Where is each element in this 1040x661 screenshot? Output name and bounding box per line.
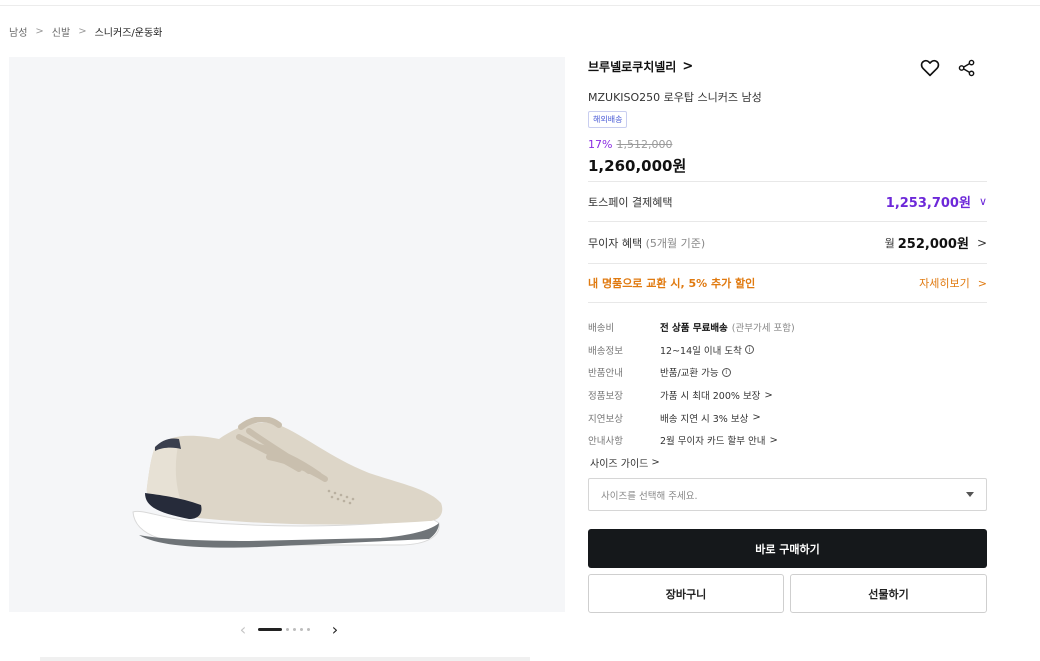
spec-key: 배송정보	[588, 345, 623, 357]
spec-row-notice[interactable]: 안내사항 2월 무이자 카드 할부 안내 >	[588, 429, 988, 452]
spec-value: 전 상품 무료배송 (관부가세 포함)	[660, 320, 795, 334]
spec-row-delivery: 배송정보 12~14일 이내 도착 i	[588, 339, 988, 362]
product-actions	[904, 57, 978, 79]
add-to-cart-button[interactable]: 장바구니	[588, 574, 784, 613]
next-image-icon[interactable]: ›	[328, 620, 342, 639]
size-select[interactable]: 사이즈를 선택해 주세요.	[588, 478, 987, 511]
original-price: 1,512,000	[616, 138, 673, 151]
monthly-value: 252,000원	[897, 237, 969, 252]
spec-key: 정품보장	[588, 391, 623, 403]
pager-dot[interactable]	[286, 628, 289, 631]
spec-value: 2월 무이자 카드 할부 안내 >	[660, 433, 778, 448]
spec-text: 가품 시 최대 200% 보장	[660, 391, 761, 403]
chevron-right-icon: >	[764, 389, 773, 401]
breadcrumb-separator: >	[35, 26, 44, 37]
spec-value: 배송 지연 시 3% 보상 >	[660, 411, 761, 425]
pager-dot[interactable]	[293, 628, 296, 631]
overseas-shipping-badge: 해외배송	[588, 111, 628, 128]
discount-rate: 17%	[588, 138, 613, 151]
breadcrumb: 남성 > 신발 > 스니커즈/운동화	[9, 24, 162, 39]
chevron-right-icon: >	[752, 412, 761, 424]
spec-text: 12~14일 이내 도착	[660, 345, 742, 357]
toss-pay-label: 토스페이 결제혜택	[588, 195, 673, 209]
spec-row-delay-compensation[interactable]: 지연보상 배송 지연 시 3% 보상 >	[588, 406, 988, 429]
product-image-gallery[interactable]	[9, 57, 565, 612]
spec-text: 배송 지연 시 3% 보상	[660, 413, 749, 425]
final-price: 1,260,000원	[588, 157, 687, 175]
spec-text: 2월 무이자 카드 할부 안내	[660, 436, 766, 448]
heart-icon[interactable]	[919, 57, 941, 79]
interest-free-row[interactable]: 무이자 혜택 (5개월 기준) 월 252,000원 >	[588, 221, 987, 263]
pager-dots	[258, 628, 314, 631]
spec-row-return: 반품안내 반품/교환 가능 i	[588, 361, 988, 384]
buy-now-button[interactable]: 바로 구매하기	[588, 529, 987, 568]
info-icon[interactable]: i	[721, 367, 731, 377]
chevron-down-icon: ∨	[978, 195, 987, 208]
interest-free-value-group: 월 252,000원 >	[884, 233, 987, 253]
pager-dot[interactable]	[300, 628, 303, 631]
info-icon[interactable]: i	[744, 345, 754, 355]
chevron-right-icon: >	[682, 58, 694, 74]
spec-note: (관부가세 포함)	[731, 323, 795, 335]
bottom-divider	[40, 657, 530, 661]
spec-key: 안내사항	[588, 436, 623, 448]
interest-free-label-group: 무이자 혜택 (5개월 기준)	[588, 235, 705, 251]
monthly-prefix: 월	[884, 236, 895, 250]
pager-dot[interactable]	[307, 628, 310, 631]
chevron-right-icon: >	[651, 457, 660, 468]
size-guide-link[interactable]: 사이즈 가이드 >	[590, 455, 660, 470]
interest-free-label: 무이자 혜택	[588, 236, 643, 250]
promo-more-link: 자세히보기	[919, 277, 970, 290]
toss-pay-value: 1,253,700원	[885, 196, 971, 211]
chevron-right-icon: >	[977, 276, 987, 290]
gift-button[interactable]: 선물하기	[790, 574, 987, 613]
chevron-right-icon: >	[769, 434, 778, 446]
spec-row-shipping-fee: 배송비 전 상품 무료배송 (관부가세 포함)	[588, 316, 988, 339]
product-name: MZUKISO250 로우탑 스니커즈 남성	[588, 91, 762, 104]
size-guide-label: 사이즈 가이드	[590, 459, 649, 470]
breadcrumb-item-men[interactable]: 남성	[9, 24, 27, 39]
spec-key: 지연보상	[588, 413, 623, 425]
brand-name: 브루넬로쿠치넬리	[588, 59, 677, 74]
pager-dot-active[interactable]	[258, 628, 282, 631]
breadcrumb-separator: >	[78, 26, 87, 37]
top-divider	[0, 5, 1040, 6]
price-discount-line: 17% 1,512,000	[588, 138, 988, 151]
spec-value: 반품/교환 가능 i	[660, 365, 731, 379]
prev-image-icon[interactable]: ‹	[236, 620, 250, 639]
spec-key: 배송비	[588, 323, 615, 335]
spec-text: 반품/교환 가능	[660, 368, 719, 380]
breadcrumb-item-sneakers[interactable]: 스니커즈/운동화	[95, 24, 163, 39]
spec-row-authenticity[interactable]: 정품보장 가품 시 최대 200% 보장 >	[588, 384, 988, 407]
spec-value: 12~14일 이내 도착 i	[660, 343, 754, 357]
toss-pay-value-group: 1,253,700원 ∨	[886, 192, 987, 211]
chevron-right-icon: >	[976, 235, 987, 250]
delivery-info-list: 배송비 전 상품 무료배송 (관부가세 포함) 배송정보 12~14일 이내 도…	[588, 316, 988, 452]
trade-in-promo-row[interactable]: 내 명품으로 교환 시, 5% 추가 할인 자세히보기 >	[588, 263, 987, 303]
size-select-placeholder: 사이즈를 선택해 주세요.	[601, 490, 698, 502]
trade-in-promo-text: 내 명품으로 교환 시, 5% 추가 할인	[588, 277, 756, 290]
caret-down-icon	[966, 492, 974, 497]
share-icon[interactable]	[956, 57, 978, 79]
spec-bold: 전 상품 무료배송	[660, 323, 728, 335]
promo-more-group[interactable]: 자세히보기 >	[919, 275, 987, 291]
spec-value: 가품 시 최대 200% 보장 >	[660, 388, 773, 403]
interest-free-sub: (5개월 기준)	[645, 236, 706, 250]
product-info-panel: 브루넬로쿠치넬리 > MZUKISO250 로우탑 스니커즈 남성 해외배송 1…	[588, 57, 988, 613]
breadcrumb-item-shoes[interactable]: 신발	[52, 24, 70, 39]
toss-pay-benefit-row[interactable]: 토스페이 결제혜택 1,253,700원 ∨	[588, 181, 987, 221]
image-pager: ‹ ›	[236, 620, 342, 639]
sneaker-image	[132, 417, 443, 548]
spec-key: 반품안내	[588, 368, 623, 380]
